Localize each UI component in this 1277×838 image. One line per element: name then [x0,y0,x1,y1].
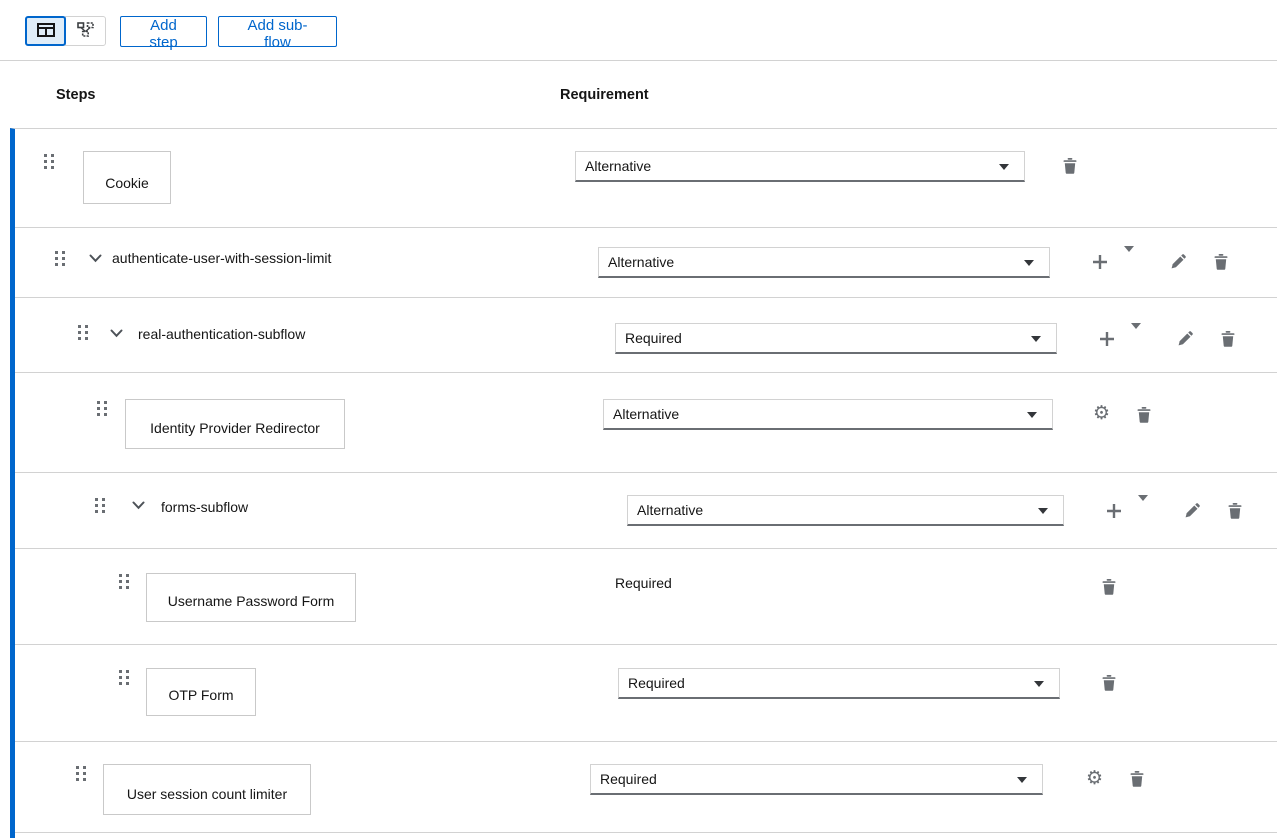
caret-down-icon [999,164,1009,170]
table-view-icon [37,23,55,40]
row-user-session-count-limiter: User session count limiter Required ⚙ [15,742,1277,833]
steps-column-header: Steps [56,87,96,103]
settings-button[interactable]: ⚙ [1093,404,1110,423]
flow-table-body: Cookie Alternative authenticate-user-wit… [10,128,1277,838]
step-card[interactable]: Username Password Form [146,573,356,622]
drag-handle-icon[interactable] [76,766,87,781]
requirement-select-value: Alternative [585,158,651,174]
chevron-down-icon[interactable] [89,254,102,263]
delete-button[interactable] [1137,407,1151,423]
table-view-toggle[interactable] [25,16,66,46]
row-forms-subflow: forms-subflow Alternative [15,473,1277,549]
table-header: Steps Requirement [0,61,1277,128]
row-username-password-form: Username Password Form Required [15,549,1277,645]
settings-button[interactable]: ⚙ [1086,769,1103,788]
delete-button[interactable] [1130,771,1144,787]
requirement-select-value: Alternative [637,502,703,518]
requirement-select-value: Alternative [613,406,679,422]
drag-handle-icon[interactable] [44,154,55,169]
gear-icon: ⚙ [1086,767,1103,789]
drag-handle-icon[interactable] [97,401,108,416]
step-card[interactable]: OTP Form [146,668,256,716]
subflow-label: real-authentication-subflow [138,324,305,344]
delete-button[interactable] [1228,503,1242,519]
requirement-select[interactable]: Alternative [627,495,1064,526]
caret-down-icon [1017,777,1027,783]
requirement-text: Required [615,575,672,591]
diagram-view-toggle[interactable] [65,16,106,46]
requirement-column-header: Requirement [560,87,649,103]
delete-button[interactable] [1102,675,1116,691]
caret-down-icon [1038,508,1048,514]
step-card[interactable]: Cookie [83,151,171,204]
requirement-select[interactable]: Alternative [575,151,1025,182]
drag-handle-icon[interactable] [119,670,130,685]
chevron-down-icon[interactable] [110,329,123,338]
delete-button[interactable] [1063,158,1077,174]
requirement-select-value: Required [625,330,682,346]
chevron-down-icon[interactable] [132,501,145,510]
step-card[interactable]: User session count limiter [103,764,311,815]
row-otp-form: OTP Form Required [15,645,1277,742]
requirement-select-value: Alternative [608,254,674,270]
requirement-select[interactable]: Required [590,764,1043,795]
add-step-button[interactable]: Add step [120,16,207,47]
add-subflow-button[interactable]: Add sub-flow [218,16,337,47]
add-step-button[interactable] [1099,331,1115,347]
toolbar: Add step Add sub-flow [0,0,1277,61]
row-real-authentication-subflow: real-authentication-subflow Required [15,298,1277,373]
drag-handle-icon[interactable] [78,325,89,340]
caret-down-icon [1024,260,1034,266]
requirement-select[interactable]: Alternative [603,399,1053,430]
row-authenticate-user-with-session-limit: authenticate-user-with-session-limit Alt… [15,228,1277,298]
requirement-select-value: Required [628,675,685,691]
edit-button[interactable] [1171,254,1186,269]
requirement-select[interactable]: Required [615,323,1057,354]
requirement-select[interactable]: Required [618,668,1060,699]
subflow-label: authenticate-user-with-session-limit [112,248,331,268]
view-toggle-group [25,16,106,46]
gear-icon: ⚙ [1093,402,1110,424]
requirement-select[interactable]: Alternative [598,247,1050,278]
delete-button[interactable] [1102,579,1116,595]
requirement-select-value: Required [600,771,657,787]
diagram-view-icon [77,22,94,40]
edit-button[interactable] [1185,503,1200,518]
row-identity-provider-redirector: Identity Provider Redirector Alternative… [15,373,1277,473]
subflow-label: forms-subflow [161,497,248,517]
add-step-button[interactable] [1106,503,1122,519]
drag-handle-icon[interactable] [119,574,130,589]
drag-handle-icon[interactable] [55,251,66,266]
drag-handle-icon[interactable] [95,498,106,513]
caret-down-icon [1034,681,1044,687]
row-cookie: Cookie Alternative [15,129,1277,228]
add-step-button[interactable] [1092,254,1108,270]
delete-button[interactable] [1221,331,1235,347]
edit-button[interactable] [1178,331,1193,346]
auth-flow-editor: Add step Add sub-flow Steps Requirement … [0,0,1277,838]
caret-down-icon [1027,412,1037,418]
delete-button[interactable] [1214,254,1228,270]
caret-down-icon [1031,336,1041,342]
step-card[interactable]: Identity Provider Redirector [125,399,345,449]
